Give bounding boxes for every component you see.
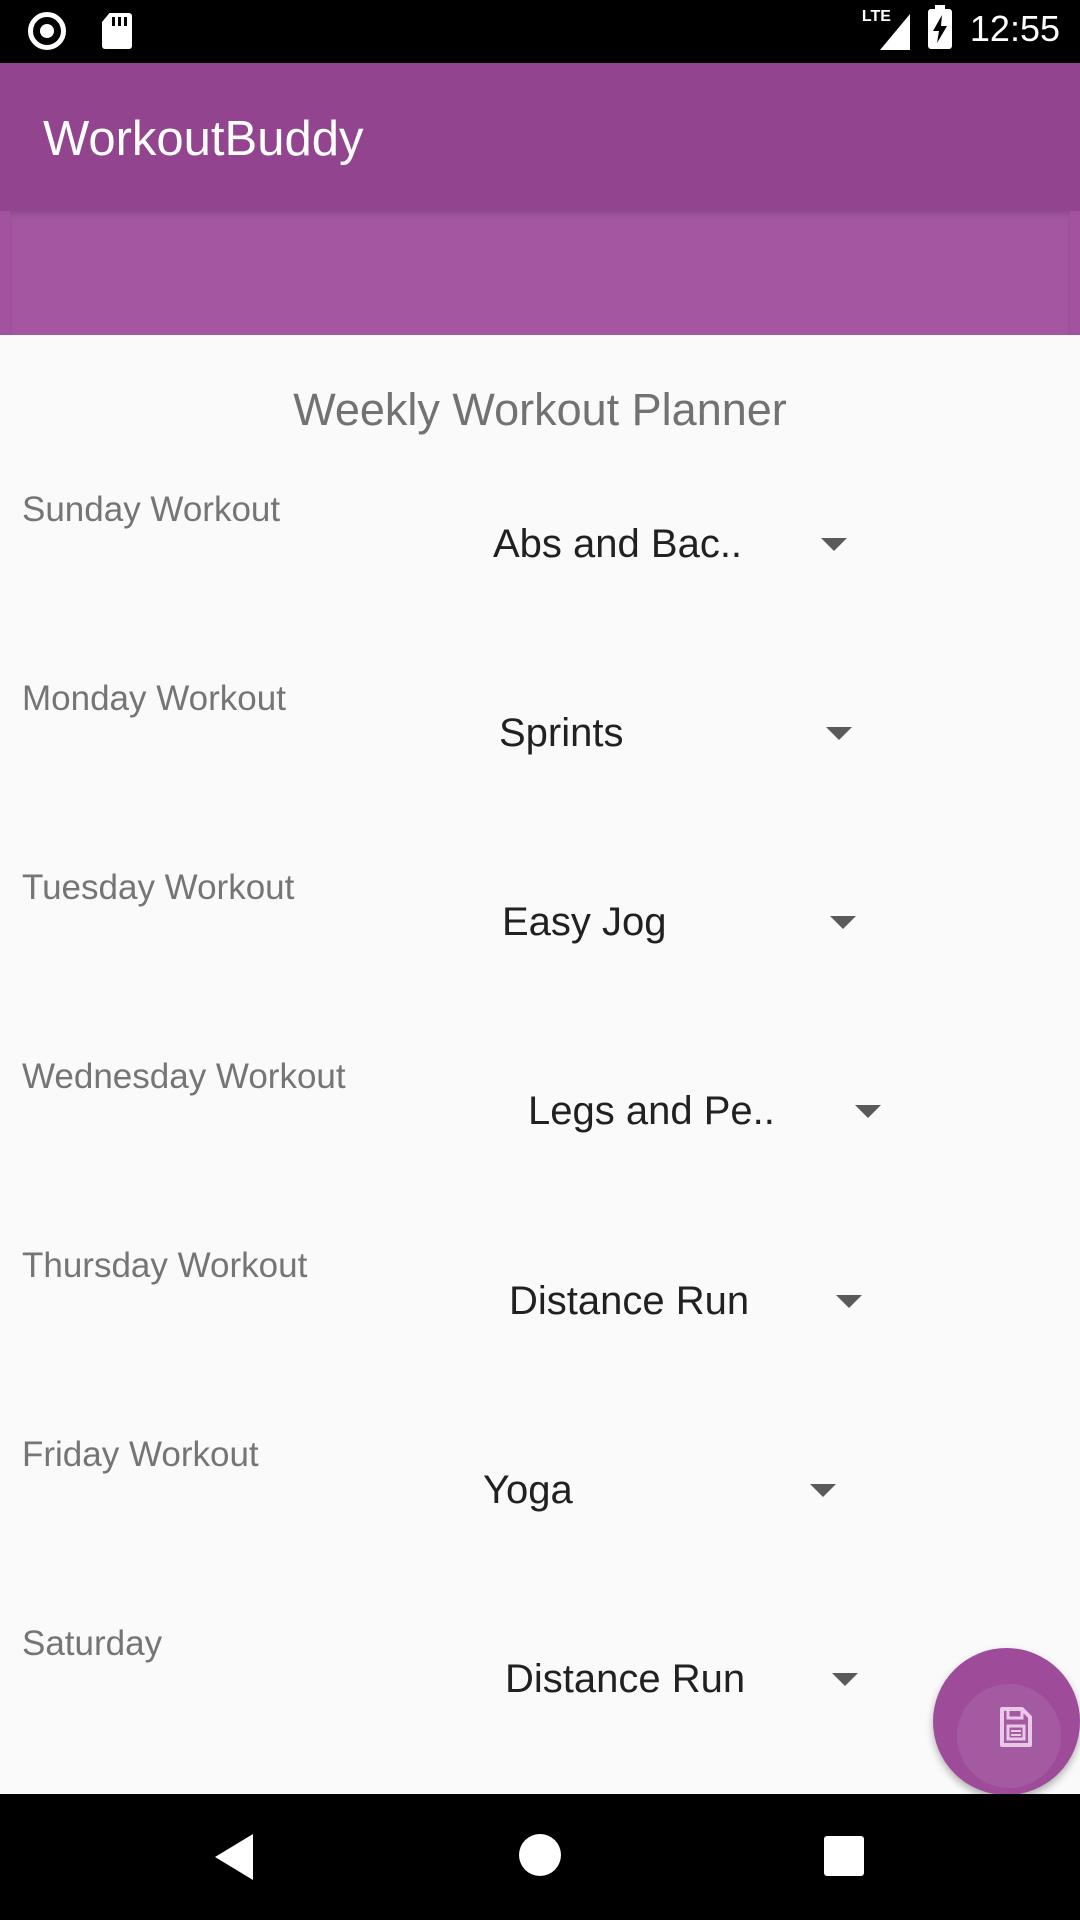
spinner-saturday[interactable]: Distance Run [505, 1657, 865, 1737]
status-time: 12:55 [969, 8, 1060, 49]
dropdown-arrow-icon [855, 1105, 881, 1118]
row-label-thursday: Thursday Workout [22, 1246, 308, 1285]
spinner-value: Distance Run [505, 1657, 746, 1701]
spinner-value: Distance Run [509, 1279, 750, 1323]
spinner-value: Abs and Bac.. [493, 522, 743, 566]
home-icon[interactable] [519, 1834, 561, 1876]
recents-icon[interactable] [824, 1836, 864, 1876]
dropdown-arrow-icon [830, 916, 856, 929]
dropdown-arrow-icon [832, 1673, 858, 1686]
spinner-value: Easy Jog [502, 900, 667, 944]
app-title: WorkoutBuddy [43, 112, 364, 166]
dropdown-arrow-icon [826, 727, 852, 740]
spinner-value: Yoga [483, 1468, 573, 1512]
record-icon [28, 12, 66, 50]
app-bar-extension [0, 211, 1080, 335]
status-bar: LTE 12:55 [0, 0, 1080, 63]
save-fab-button[interactable] [933, 1648, 1080, 1795]
save-icon [1000, 1707, 1032, 1747]
spinner-friday[interactable]: Yoga [483, 1468, 843, 1548]
back-icon[interactable] [215, 1834, 253, 1880]
sd-card-icon [102, 13, 132, 49]
row-label-saturday: Saturday [22, 1624, 163, 1663]
spinner-sunday[interactable]: Abs and Bac.. [493, 522, 853, 602]
app-bar: WorkoutBuddy [0, 63, 1080, 211]
row-label-tuesday: Tuesday Workout [22, 868, 295, 907]
row-label-monday: Monday Workout [22, 679, 286, 718]
spinner-value: Sprints [499, 711, 624, 755]
spinner-tuesday[interactable]: Easy Jog [502, 900, 862, 980]
dropdown-arrow-icon [810, 1484, 836, 1497]
navigation-bar [0, 1794, 1080, 1920]
battery-charging-icon [927, 5, 952, 49]
row-label-friday: Friday Workout [22, 1435, 259, 1474]
page-title: Weekly Workout Planner [293, 384, 787, 435]
dropdown-arrow-icon [821, 538, 847, 551]
row-label-sunday: Sunday Workout [22, 490, 281, 529]
dropdown-arrow-icon [836, 1295, 862, 1308]
spinner-thursday[interactable]: Distance Run [509, 1279, 869, 1359]
spinner-value: Legs and Pe.. [528, 1089, 775, 1133]
spinner-wednesday[interactable]: Legs and Pe.. [528, 1089, 888, 1169]
lte-signal-icon: LTE [862, 8, 910, 50]
spinner-monday[interactable]: Sprints [499, 711, 859, 791]
row-label-wednesday: Wednesday Workout [22, 1057, 346, 1096]
